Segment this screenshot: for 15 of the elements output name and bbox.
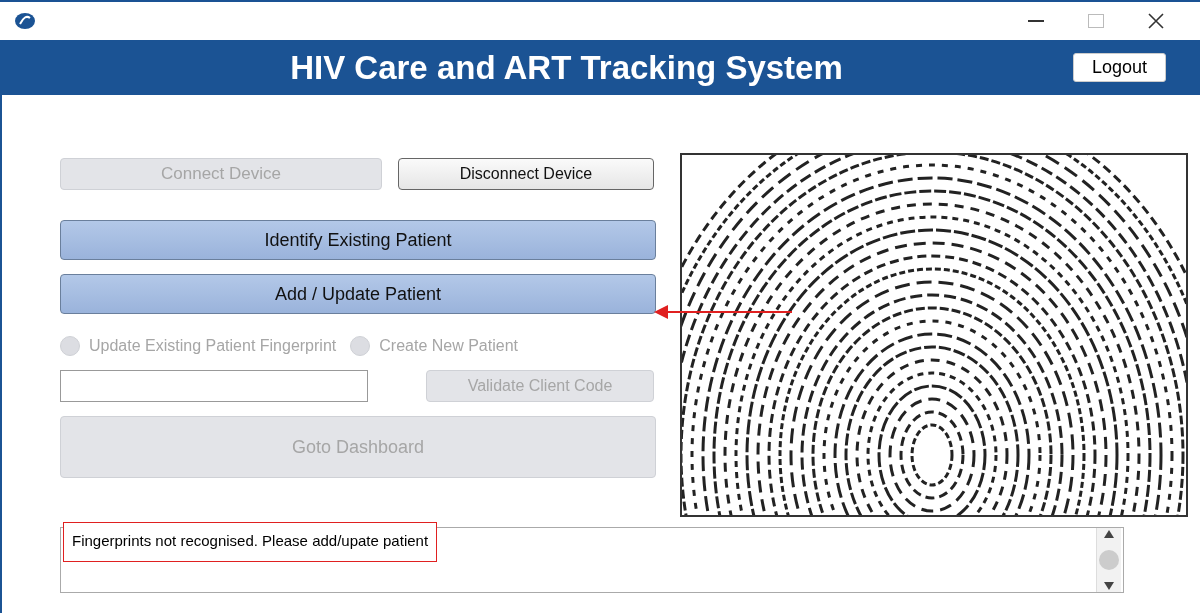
action-button[interactable]: Identify Existing Patient bbox=[60, 220, 656, 260]
minimize-icon bbox=[1028, 20, 1044, 22]
status-message: Fingerprints not recognised. Please add/upate patient bbox=[63, 522, 438, 562]
close-icon bbox=[1148, 13, 1164, 29]
scroll-thumb[interactable] bbox=[1099, 550, 1119, 570]
device-button[interactable]: Disconnect Device bbox=[398, 158, 654, 190]
maximize-icon bbox=[1088, 14, 1104, 28]
app-icon bbox=[14, 12, 36, 30]
action-button[interactable]: Add / Update Patient bbox=[60, 274, 656, 314]
app-title: HIV Care and ART Tracking System bbox=[289, 48, 844, 87]
scroll-down-icon bbox=[1104, 582, 1114, 590]
client-code-field[interactable] bbox=[60, 370, 368, 402]
scrollbar[interactable] bbox=[1096, 528, 1121, 592]
scroll-up-icon bbox=[1104, 530, 1114, 538]
logout-button[interactable]: Logout bbox=[1072, 53, 1166, 82]
